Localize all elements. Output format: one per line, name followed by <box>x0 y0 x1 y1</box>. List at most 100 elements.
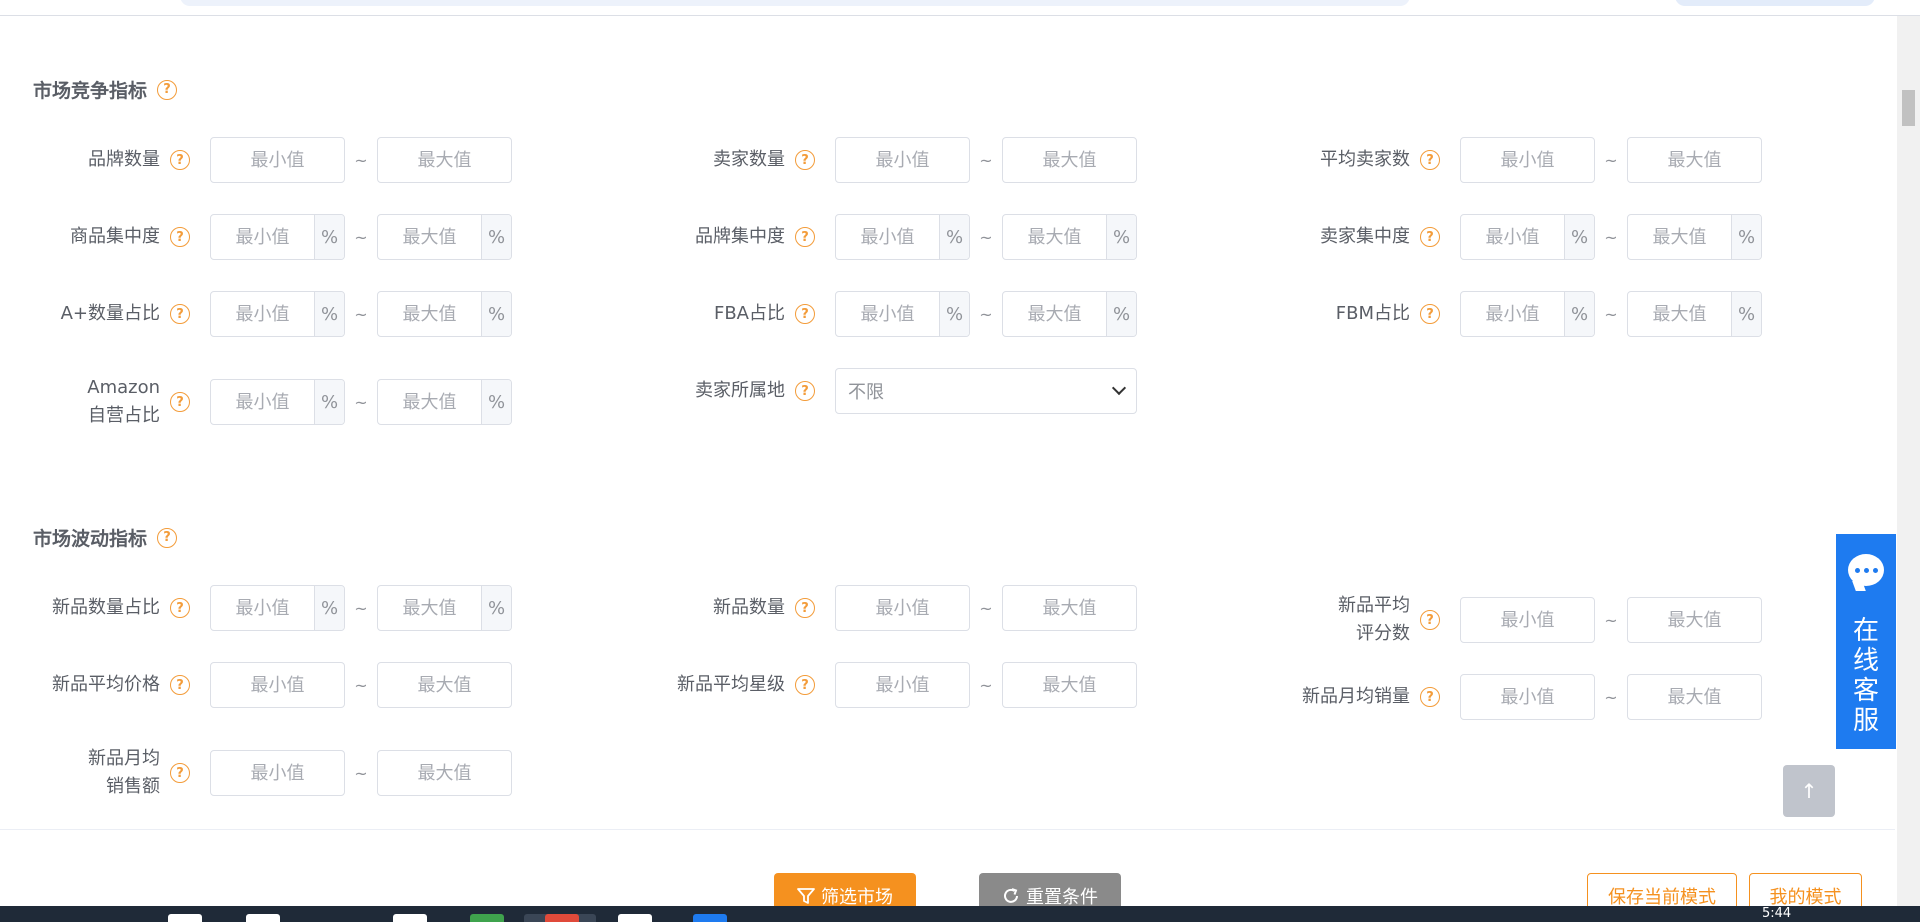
range-separator: ~ <box>354 763 368 783</box>
help-icon[interactable]: ? <box>1420 687 1440 707</box>
max-input[interactable] <box>378 586 481 630</box>
min-input-wrapper <box>835 662 970 708</box>
field-label-line: 新品平均 <box>1338 595 1410 616</box>
help-icon[interactable]: ? <box>795 304 815 324</box>
min-input[interactable] <box>836 138 969 182</box>
max-input-wrapper: % <box>377 379 512 425</box>
range-separator: ~ <box>354 227 368 247</box>
help-icon[interactable]: ? <box>170 598 190 618</box>
help-icon[interactable]: ? <box>170 150 190 170</box>
max-input[interactable] <box>378 380 481 424</box>
help-icon[interactable]: ? <box>170 304 190 324</box>
max-input[interactable] <box>1003 663 1136 707</box>
max-input[interactable] <box>1628 675 1761 719</box>
min-input[interactable] <box>211 292 314 336</box>
seller-location-select[interactable]: 不限 <box>835 368 1137 414</box>
percent-suffix: % <box>1564 215 1594 259</box>
max-input[interactable] <box>378 292 481 336</box>
min-input-wrapper <box>1460 137 1595 183</box>
min-input-wrapper <box>210 750 345 796</box>
help-icon[interactable]: ? <box>795 150 815 170</box>
header-button-fragment[interactable] <box>1675 0 1875 6</box>
range-separator: ~ <box>1604 687 1618 707</box>
range-separator: ~ <box>354 392 368 412</box>
min-input[interactable] <box>1461 215 1564 259</box>
max-input[interactable] <box>1628 598 1761 642</box>
section-title-competition: 市场竞争指标 ? <box>33 76 178 103</box>
taskbar-icon[interactable] <box>545 914 579 922</box>
min-input[interactable] <box>211 586 314 630</box>
refresh-icon <box>1004 888 1018 903</box>
min-input[interactable] <box>836 215 939 259</box>
min-input[interactable] <box>1461 138 1594 182</box>
section-title-fluctuation: 市场波动指标 ? <box>33 524 178 551</box>
page-scrollbar[interactable] <box>1897 16 1920 906</box>
percent-suffix: % <box>481 215 511 259</box>
min-input[interactable] <box>1461 292 1564 336</box>
min-input[interactable] <box>211 138 344 182</box>
taskbar-icon[interactable] <box>168 914 202 922</box>
min-input[interactable] <box>211 663 344 707</box>
min-input[interactable] <box>836 586 969 630</box>
field-fba-ratio: FBA占比 ? % ~ % <box>625 291 1137 337</box>
min-input-wrapper: % <box>210 379 345 425</box>
help-icon[interactable]: ? <box>170 675 190 695</box>
min-input-wrapper <box>210 137 345 183</box>
field-label: Amazon 自营占比 <box>0 374 160 430</box>
range-separator: ~ <box>979 150 993 170</box>
help-icon[interactable]: ? <box>1420 150 1440 170</box>
min-input[interactable] <box>836 292 939 336</box>
min-input[interactable] <box>211 751 344 795</box>
max-input[interactable] <box>378 215 481 259</box>
max-input[interactable] <box>1628 292 1731 336</box>
address-bar-fragment[interactable] <box>180 0 1410 6</box>
field-label: FBA占比 <box>713 303 785 324</box>
max-input[interactable] <box>378 663 511 707</box>
max-input-wrapper <box>1627 674 1762 720</box>
percent-suffix: % <box>1731 292 1761 336</box>
max-input[interactable] <box>1628 215 1731 259</box>
max-input-wrapper: % <box>1002 291 1137 337</box>
taskbar-icon[interactable] <box>470 914 504 922</box>
help-icon[interactable]: ? <box>157 527 178 548</box>
online-service-widget[interactable]: 在线客服 <box>1836 534 1896 749</box>
max-input[interactable] <box>1628 138 1761 182</box>
min-input[interactable] <box>836 663 969 707</box>
help-icon[interactable]: ? <box>1420 610 1440 630</box>
max-input[interactable] <box>1003 215 1106 259</box>
taskbar-icon[interactable] <box>693 914 727 922</box>
taskbar-icon[interactable] <box>393 914 427 922</box>
max-input-wrapper: % <box>1627 291 1762 337</box>
max-input[interactable] <box>378 751 511 795</box>
help-icon[interactable]: ? <box>795 227 815 247</box>
help-icon[interactable]: ? <box>1420 227 1440 247</box>
help-icon[interactable]: ? <box>170 392 190 412</box>
max-input-wrapper <box>377 662 512 708</box>
min-input[interactable] <box>1461 675 1594 719</box>
min-input[interactable] <box>1461 598 1594 642</box>
field-new-avg-rating: 新品平均 评分数 ? ~ <box>1250 592 1762 648</box>
max-input[interactable] <box>378 138 511 182</box>
percent-suffix: % <box>314 292 344 336</box>
scrollbar-thumb[interactable] <box>1902 90 1915 126</box>
min-input[interactable] <box>211 215 314 259</box>
help-icon[interactable]: ? <box>157 79 178 100</box>
help-icon[interactable]: ? <box>795 381 815 401</box>
field-amazon-ratio: Amazon 自营占比 ? % ~ % <box>0 374 512 430</box>
taskbar-icon[interactable] <box>246 914 280 922</box>
help-icon[interactable]: ? <box>1420 304 1440 324</box>
max-input[interactable] <box>1003 292 1106 336</box>
range-separator: ~ <box>1604 610 1618 630</box>
field-label: 卖家所属地 <box>695 380 785 401</box>
taskbar-icon[interactable] <box>618 914 652 922</box>
field-label: 平均卖家数 <box>1320 149 1410 170</box>
back-to-top-button[interactable]: ↑ <box>1783 765 1835 817</box>
help-icon[interactable]: ? <box>795 598 815 618</box>
max-input[interactable] <box>1003 586 1136 630</box>
min-input[interactable] <box>211 380 314 424</box>
help-icon[interactable]: ? <box>795 675 815 695</box>
help-icon[interactable]: ? <box>170 763 190 783</box>
help-icon[interactable]: ? <box>170 227 190 247</box>
max-input[interactable] <box>1003 138 1136 182</box>
select-value: 不限 <box>848 382 884 403</box>
